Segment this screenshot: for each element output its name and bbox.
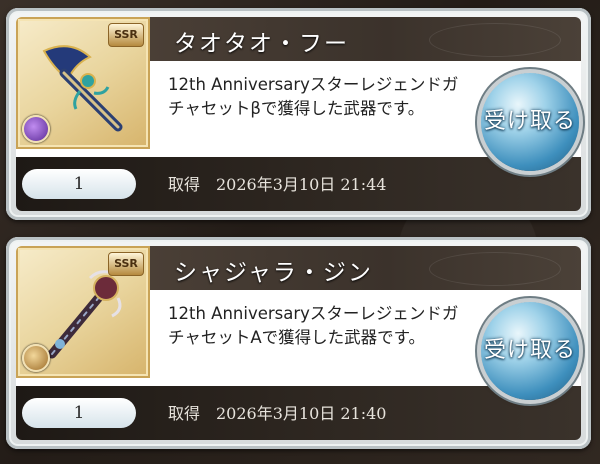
item-card: SSR シャジャラ・ジン 12th Anniversaryスターレジェンドガチャ… [6,237,591,449]
acquired-datetime: 2026年3月10日 21:44 [216,175,387,194]
item-name: タオタオ・フー [174,31,349,57]
item-description: 12th Anniversaryスターレジェンドガチャセットβで獲得した武器です… [168,75,459,118]
rarity-badge: SSR [108,252,144,276]
quantity-field: 1 [22,398,136,428]
item-title-bar: タオタオ・フー [150,17,581,61]
rarity-badge: SSR [108,23,144,47]
receive-button[interactable]: 受け取る [481,73,579,171]
item-footer: 1 取得 2026年3月10日 21:40 [16,386,581,440]
acquired-datetime: 2026年3月10日 21:40 [216,404,387,423]
acquired-label: 取得 [168,404,201,423]
weapon-thumbnail: SSR [16,246,150,378]
item-footer: 1 取得 2026年3月10日 21:44 [16,157,581,211]
weapon-thumbnail: SSR [16,17,150,149]
dark-element-icon [22,115,50,143]
earth-element-icon [22,344,50,372]
receive-button[interactable]: 受け取る [481,302,579,400]
item-name: シャジャラ・ジン [174,260,373,286]
acquired-label: 取得 [168,175,201,194]
item-title-bar: シャジャラ・ジン [150,246,581,290]
quantity-field: 1 [22,169,136,199]
item-description: 12th AnniversaryスターレジェンドガチャセットAで獲得した武器です… [168,304,459,347]
item-card: SSR タオタオ・フー 12th Anniversaryスターレジェンドガチャセ… [6,8,591,220]
